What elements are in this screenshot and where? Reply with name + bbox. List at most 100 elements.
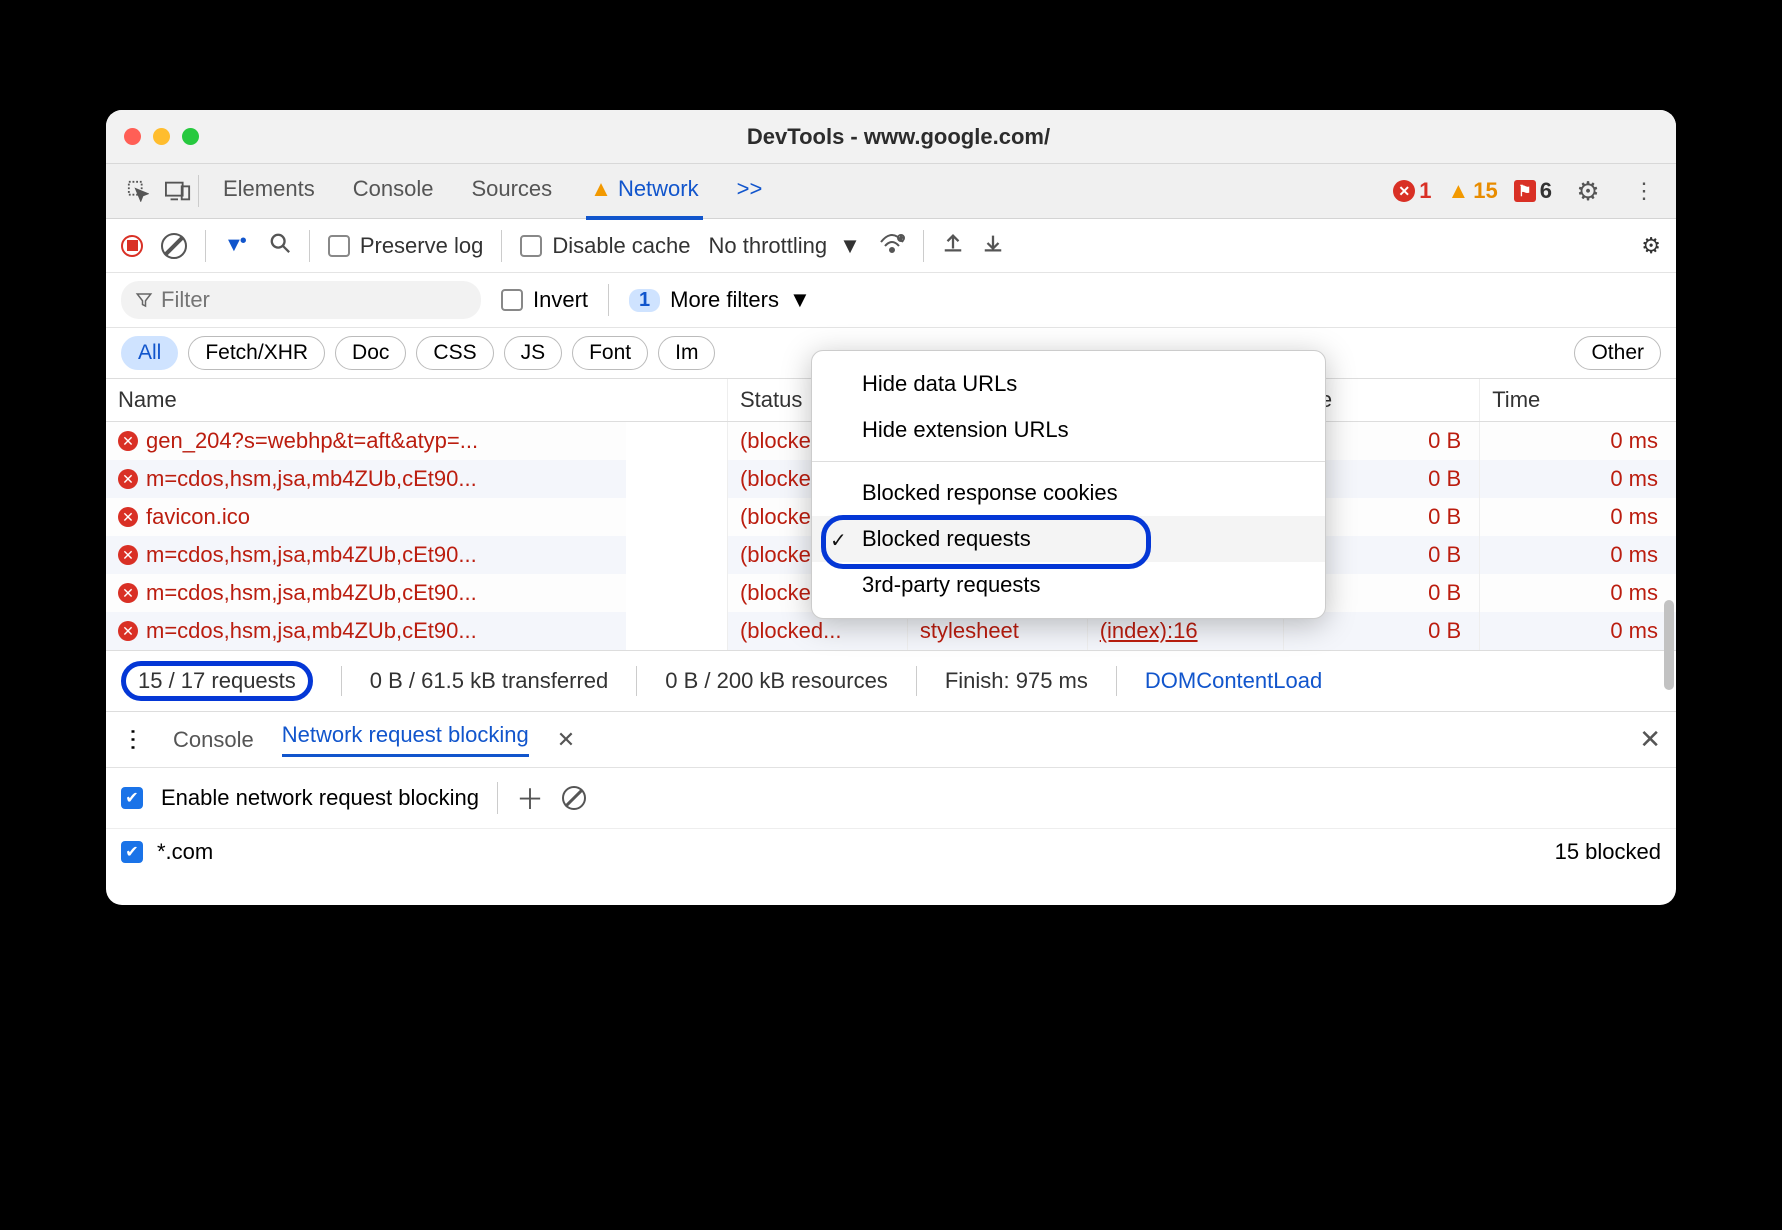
type-pill-xhr[interactable]: Fetch/XHR <box>188 336 325 370</box>
search-icon[interactable] <box>269 232 291 260</box>
inspect-element-icon[interactable] <box>118 171 158 211</box>
type-pill-js[interactable]: JS <box>504 336 563 370</box>
devices-icon[interactable] <box>158 171 198 211</box>
error-circle-icon: ✕ <box>118 621 138 641</box>
throttling-value: No throttling <box>709 233 828 259</box>
finish-status: Finish: 975 ms <box>945 668 1088 694</box>
chevron-down-icon: ▼ <box>839 233 861 259</box>
network-status-bar: 15 / 17 requests 0 B / 61.5 kB transferr… <box>106 650 1676 712</box>
record-button[interactable] <box>121 235 143 257</box>
close-window-button[interactable] <box>124 128 141 145</box>
blocking-toolbar: ✔ Enable network request blocking ＋ <box>106 768 1676 829</box>
gear-icon[interactable]: ⚙ <box>1641 233 1661 259</box>
cell-time: 0 ms <box>1480 460 1676 498</box>
preserve-log-checkbox[interactable]: Preserve log <box>328 233 484 259</box>
dd-hide-extension-urls[interactable]: Hide extension URLs <box>812 407 1325 453</box>
enable-blocking-checkbox[interactable]: ✔ <box>121 787 143 809</box>
scrollbar-thumb[interactable] <box>1664 600 1674 690</box>
type-pill-all[interactable]: All <box>121 336 178 370</box>
pattern-blocked-count: 15 blocked <box>1555 839 1661 865</box>
cell-time: 0 ms <box>1480 422 1676 461</box>
type-pill-im[interactable]: Im <box>658 336 715 370</box>
warnings-count: 15 <box>1473 178 1497 204</box>
divider <box>497 782 498 814</box>
status-counters: ✕1 ▲15 ⚑6 ⚙ ⋮ <box>1393 171 1664 211</box>
filter-toggle-icon[interactable]: ▼• <box>224 234 251 257</box>
dd-blocked-cookies[interactable]: Blocked response cookies <box>812 470 1325 516</box>
download-har-icon[interactable] <box>982 232 1004 260</box>
errors-count: 1 <box>1419 178 1431 204</box>
type-pill-css[interactable]: CSS <box>416 336 493 370</box>
more-filters-button[interactable]: 1 More filters ▼ <box>629 287 811 313</box>
close-drawer-icon[interactable]: ✕ <box>1639 724 1661 755</box>
traffic-lights <box>124 128 199 145</box>
warning-triangle-icon: ▲ <box>590 176 612 202</box>
cell-name: ✕favicon.ico <box>106 498 626 536</box>
dd-blocked-requests[interactable]: ✓Blocked requests <box>812 516 1325 562</box>
divider <box>205 230 206 262</box>
close-drawer-tab-icon[interactable]: ✕ <box>557 727 575 753</box>
enable-blocking-label: Enable network request blocking <box>161 785 479 811</box>
kebab-menu-icon[interactable]: ⋮ <box>1624 171 1664 211</box>
drawer-menu-icon[interactable]: ⋯ <box>119 728 148 752</box>
divider <box>341 666 342 696</box>
type-pill-doc[interactable]: Doc <box>335 336 406 370</box>
pattern-text: *.com <box>157 839 213 865</box>
tab-console[interactable]: Console <box>349 162 438 220</box>
divider <box>501 230 502 262</box>
errors-counter[interactable]: ✕1 <box>1393 178 1431 204</box>
error-circle-icon: ✕ <box>118 545 138 565</box>
cell-name: ✕gen_204?s=webhp&t=aft&atyp=... <box>106 422 626 460</box>
pattern-enabled-checkbox[interactable]: ✔ <box>121 841 143 863</box>
disable-cache-label: Disable cache <box>552 233 690 259</box>
gear-icon[interactable]: ⚙ <box>1568 171 1608 211</box>
maximize-window-button[interactable] <box>182 128 199 145</box>
add-pattern-icon[interactable]: ＋ <box>516 778 544 818</box>
throttling-select[interactable]: No throttling ▼ <box>709 233 861 259</box>
divider <box>636 666 637 696</box>
dd-hide-data-urls[interactable]: Hide data URLs <box>812 361 1325 407</box>
dcl-status: DOMContentLoad <box>1145 668 1322 694</box>
invert-checkbox[interactable]: Invert <box>501 287 588 313</box>
warnings-counter[interactable]: ▲15 <box>1447 178 1497 204</box>
blocking-pattern-row[interactable]: ✔ *.com 15 blocked <box>106 829 1676 875</box>
cell-name: ✕m=cdos,hsm,jsa,mb4ZUb,cEt90... <box>106 460 626 498</box>
col-header-name[interactable]: Name <box>106 379 727 422</box>
divider <box>916 666 917 696</box>
clear-button[interactable] <box>161 233 187 259</box>
more-filters-count-badge: 1 <box>629 289 660 312</box>
remove-all-patterns-icon[interactable] <box>562 786 586 810</box>
tab-sources[interactable]: Sources <box>467 162 556 220</box>
tab-network-label: Network <box>618 176 699 202</box>
type-pill-other[interactable]: Other <box>1574 336 1661 370</box>
divider <box>1116 666 1117 696</box>
minimize-window-button[interactable] <box>153 128 170 145</box>
upload-har-icon[interactable] <box>942 232 964 260</box>
issues-flag-icon: ⚑ <box>1514 180 1536 202</box>
dd-3rd-party[interactable]: 3rd-party requests <box>812 562 1325 608</box>
devtools-window: DevTools - www.google.com/ Elements Cons… <box>106 110 1676 905</box>
more-filters-label: More filters <box>670 287 779 313</box>
issues-count: 6 <box>1540 178 1552 204</box>
chevron-down-icon: ▼ <box>789 287 811 313</box>
tab-elements[interactable]: Elements <box>219 162 319 220</box>
cell-time: 0 ms <box>1480 574 1676 612</box>
issues-counter[interactable]: ⚑6 <box>1514 178 1552 204</box>
col-header-time[interactable]: Time <box>1480 379 1676 422</box>
funnel-icon <box>135 289 153 315</box>
disable-cache-checkbox[interactable]: Disable cache <box>520 233 690 259</box>
tabs-overflow-button[interactable]: >> <box>733 162 767 220</box>
resources-status: 0 B / 200 kB resources <box>665 668 888 694</box>
cell-name: ✕m=cdos,hsm,jsa,mb4ZUb,cEt90... <box>106 536 626 574</box>
tab-network[interactable]: ▲Network <box>586 162 702 220</box>
type-pill-font[interactable]: Font <box>572 336 648 370</box>
cell-time: 0 ms <box>1480 498 1676 536</box>
network-conditions-icon[interactable] <box>879 232 905 260</box>
drawer-tab-nrb[interactable]: Network request blocking <box>282 722 529 757</box>
cell-name: ✕m=cdos,hsm,jsa,mb4ZUb,cEt90... <box>106 574 626 612</box>
filter-input[interactable] <box>121 281 481 319</box>
error-circle-icon: ✕ <box>118 469 138 489</box>
drawer-tab-console[interactable]: Console <box>173 727 254 753</box>
cell-name: ✕m=cdos,hsm,jsa,mb4ZUb,cEt90... <box>106 612 626 650</box>
transferred-status: 0 B / 61.5 kB transferred <box>370 668 608 694</box>
